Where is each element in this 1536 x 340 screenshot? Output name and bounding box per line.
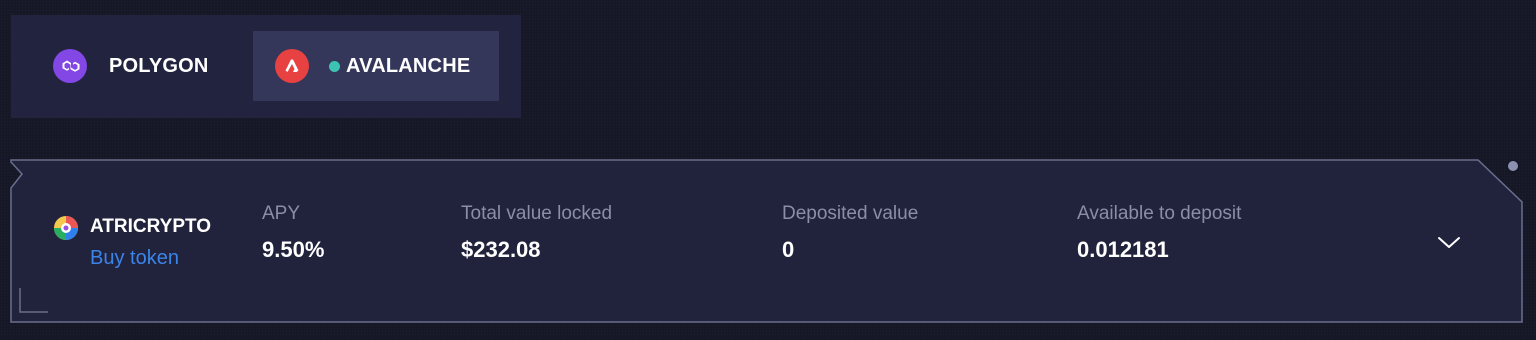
token-name: ATRICRYPTO (90, 216, 212, 237)
token-info (52, 214, 80, 242)
pool-card[interactable]: ATRICRYPTO Buy token APY 9.50% Total val… (0, 150, 1536, 340)
polygon-logo-icon (53, 49, 87, 83)
apy-value: 9.50% (262, 237, 325, 262)
active-network-indicator (329, 60, 340, 72)
atricrypto-token-icon (52, 214, 80, 242)
network-tabs: POLYGON AVALANCHE (11, 15, 521, 118)
tab-avalanche[interactable]: AVALANCHE (253, 31, 499, 101)
expand-button[interactable] (1434, 232, 1464, 254)
tab-polygon[interactable]: POLYGON (33, 31, 243, 101)
chevron-down-icon (1438, 237, 1460, 248)
deposited-label: Deposited value (782, 203, 919, 224)
available-stat: Available to deposit 0.012181 (1077, 203, 1241, 263)
tvl-label: Total value locked (461, 203, 613, 224)
apy-label: APY (262, 203, 301, 224)
avalanche-logo-icon (275, 49, 309, 83)
available-value: 0.012181 (1077, 237, 1169, 262)
corner-dot (1506, 159, 1520, 173)
deposited-value: 0 (782, 237, 795, 262)
card-frame (10, 159, 1523, 323)
deposited-stat: Deposited value 0 (782, 203, 918, 263)
tab-avalanche-label: AVALANCHE (346, 54, 471, 77)
buy-token-link[interactable]: Buy token (90, 247, 179, 270)
tab-polygon-label: POLYGON (109, 54, 209, 77)
apy-stat: APY 9.50% (262, 203, 324, 263)
tvl-stat: Total value locked $232.08 (461, 203, 612, 263)
available-label: Available to deposit (1077, 203, 1242, 224)
tvl-value: $232.08 (461, 237, 541, 262)
